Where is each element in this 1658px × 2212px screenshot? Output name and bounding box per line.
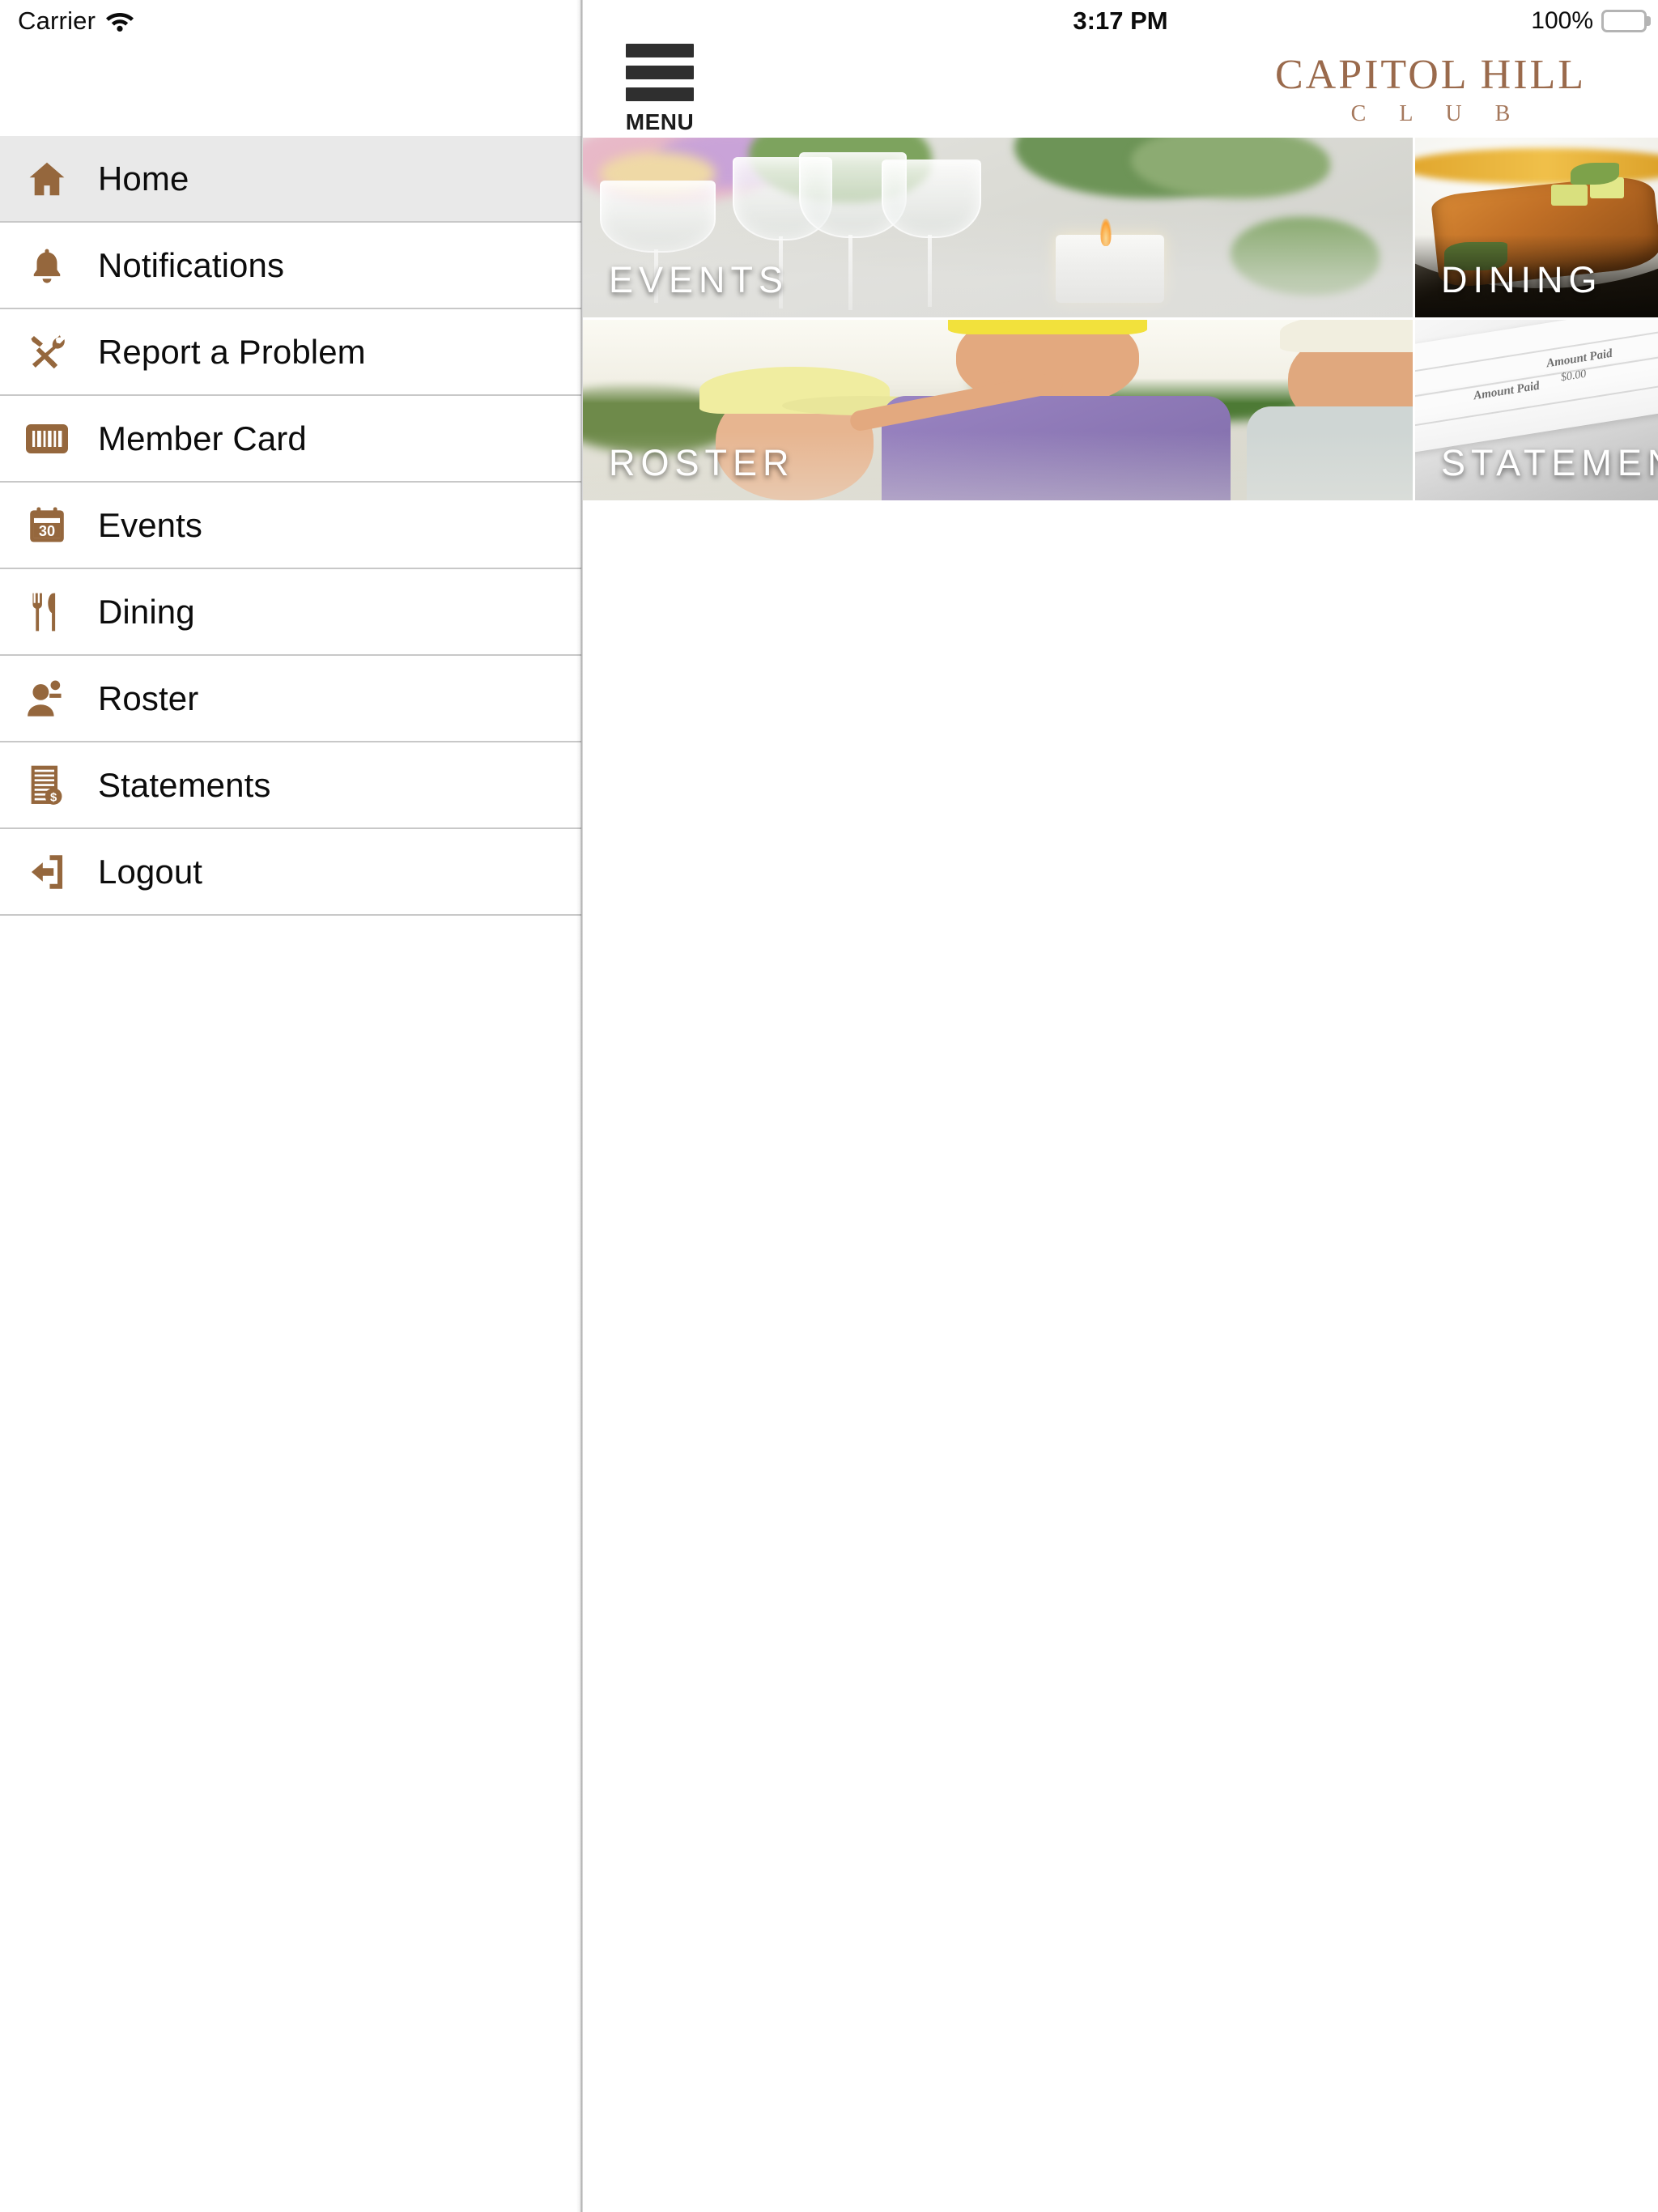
sidebar-item-label: Roster [98,678,199,717]
logout-arrow-icon [18,851,76,893]
sidebar-item-report-a-problem[interactable]: Report a Problem [0,309,581,396]
sidebar-item-dining[interactable]: Dining [0,569,581,656]
calendar-icon: 30 [18,504,76,547]
clock-label: 3:17 PM [1073,6,1168,35]
club-logo-line2: C L U B [1350,101,1524,127]
battery-status: 100% [1531,7,1651,35]
sidebar-item-member-card[interactable]: Member Card [0,396,581,483]
fork-knife-icon [18,590,76,634]
drawer-menu-list: Home Notifications Report a Problem Memb… [0,136,581,916]
tile-events-label: EVENTS [609,259,789,300]
drawer-edge-shadow [576,0,583,2212]
tile-roster[interactable]: ROSTER [583,320,1413,500]
sidebar-item-label: Statements [98,765,271,804]
barcode-icon [18,423,76,455]
tile-statements[interactable]: Charge 0.00 Amount Paid $0.00 Amount Pai… [1415,320,1658,500]
app-screen: Carrier Home Notifications Report a Prob… [0,0,1658,2212]
sidebar-item-label: Report a Problem [98,332,366,371]
content-panel: 3:17 PM 100% MENU CAPITOL HILL C L U B E… [583,0,1658,2212]
battery-full-icon [1601,10,1651,32]
sidebar-item-label: Home [98,159,189,198]
sidebar-item-label: Member Card [98,419,307,457]
sidebar-item-logout[interactable]: Logout [0,829,581,916]
status-bar-left: Carrier [0,0,581,136]
navigation-drawer: Carrier Home Notifications Report a Prob… [0,0,581,2212]
calendar-day-number: 30 [39,523,55,539]
svg-text:$: $ [50,791,57,804]
bell-icon [18,245,76,287]
sidebar-item-label: Events [98,505,202,544]
tile-events[interactable]: EVENTS [583,138,1413,317]
carrier-label: Carrier [18,6,96,35]
club-logo: CAPITOL HILL C L U B [1240,53,1621,131]
sidebar-item-roster[interactable]: Roster [0,656,581,742]
sidebar-item-label: Logout [98,852,203,891]
tools-icon [18,332,76,372]
sidebar-item-label: Notifications [98,245,285,284]
sidebar-item-label: Dining [98,592,195,631]
sidebar-item-events[interactable]: 30 Events [0,483,581,569]
people-icon [18,678,76,719]
tile-dining-label: DINING [1441,259,1603,300]
tile-dining[interactable]: DINING [1415,138,1658,317]
dashboard-empty-area [583,500,1658,2212]
dashboard-tile-grid: EVENTS DINING ROSTER STATEME [583,138,1658,500]
sidebar-item-statements[interactable]: $ Statements [0,742,581,829]
hamburger-menu-icon[interactable]: MENU [612,44,708,135]
sidebar-item-home[interactable]: Home [0,136,581,223]
battery-percent-label: 100% [1531,7,1593,34]
sidebar-item-notifications[interactable]: Notifications [0,223,581,309]
carrier-status: Carrier [18,6,134,36]
wifi-icon [105,10,134,32]
tile-roster-label: ROSTER [609,442,795,483]
app-navbar: MENU CAPITOL HILL C L U B [583,42,1658,138]
club-logo-line1: CAPITOL HILL [1274,52,1587,98]
status-bar-right: 3:17 PM 100% [583,0,1658,42]
tile-statements-label: STATEMENTS [1441,442,1658,483]
menu-button-label: MENU [625,109,695,134]
home-icon [18,157,76,201]
invoice-icon: $ [18,764,76,807]
